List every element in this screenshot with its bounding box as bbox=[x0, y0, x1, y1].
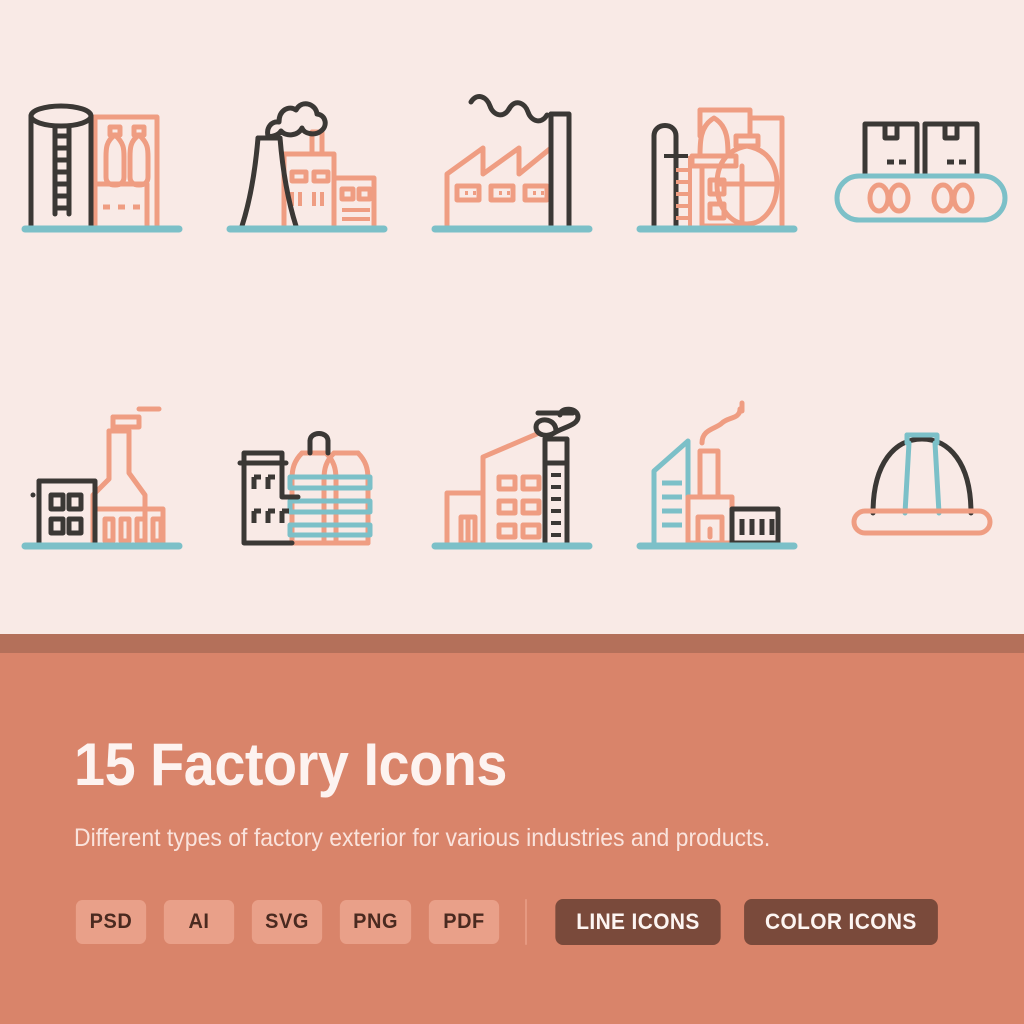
office-and-smokestack-icon[interactable] bbox=[10, 383, 195, 568]
page-subtitle: Different types of factory exterior for … bbox=[74, 824, 771, 852]
cooling-tower-smoke-icon[interactable] bbox=[215, 66, 400, 251]
industrial-complex-icon[interactable] bbox=[624, 383, 809, 568]
format-badge-svg[interactable]: SVG bbox=[251, 900, 323, 944]
icon-grid bbox=[0, 0, 1024, 634]
color-icons-button[interactable]: COLOR ICONS bbox=[744, 899, 938, 945]
actions-row: PSD AI SVG PNG PDF LINE ICONS COLOR ICON… bbox=[74, 899, 1024, 945]
format-badge-psd[interactable]: PSD bbox=[75, 900, 147, 944]
footer-panel: 15 Factory Icons Different types of fact… bbox=[0, 653, 1024, 1024]
banded-silos-factory-icon[interactable] bbox=[215, 383, 400, 568]
chimney-smoke-loop-icon[interactable] bbox=[419, 383, 604, 568]
silo-tank-with-ladder-icon[interactable] bbox=[10, 66, 195, 251]
sawtooth-roof-factory-icon[interactable] bbox=[419, 66, 604, 251]
conveyor-belt-boxes-icon[interactable] bbox=[829, 66, 1014, 251]
refinery-vessels-icon[interactable] bbox=[624, 66, 809, 251]
format-badge-png[interactable]: PNG bbox=[340, 900, 412, 944]
divider-band bbox=[0, 634, 1024, 653]
format-badge-ai[interactable]: AI bbox=[163, 900, 235, 944]
poster: 15 Factory Icons Different types of fact… bbox=[0, 0, 1024, 1024]
page-title: 15 Factory Icons bbox=[74, 731, 507, 798]
actions-divider bbox=[525, 899, 528, 945]
icon-showcase bbox=[0, 0, 1024, 634]
line-icons-button[interactable]: LINE ICONS bbox=[555, 899, 722, 945]
format-badge-pdf[interactable]: PDF bbox=[429, 900, 500, 944]
hard-hat-icon[interactable] bbox=[829, 383, 1014, 568]
